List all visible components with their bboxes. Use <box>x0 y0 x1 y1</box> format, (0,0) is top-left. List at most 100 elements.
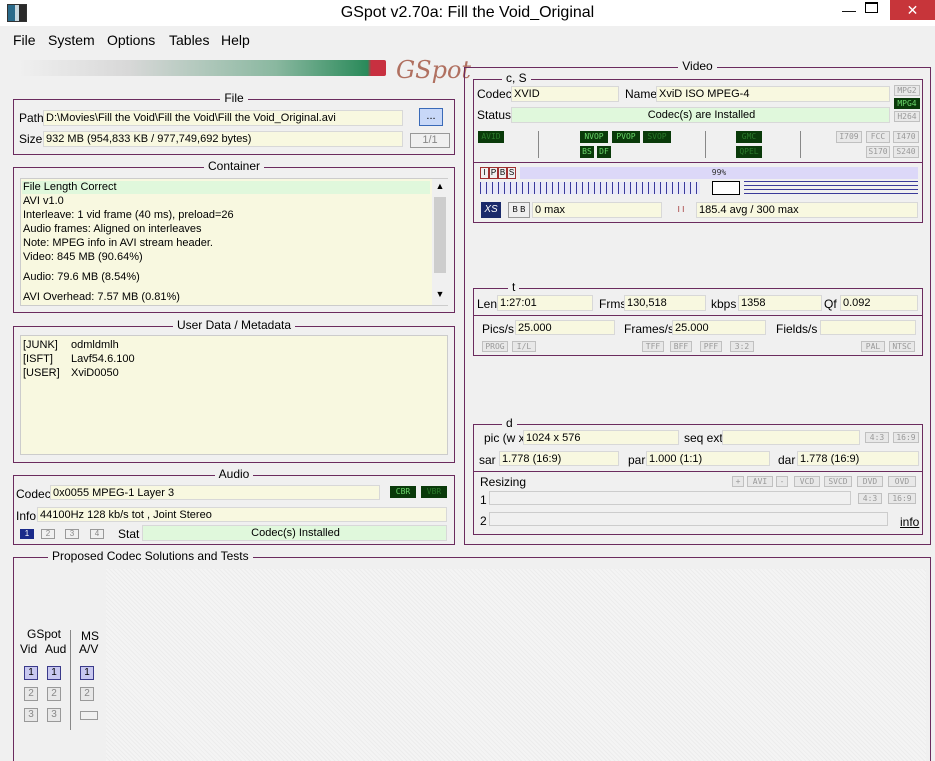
t-legend: t <box>508 280 520 294</box>
aud-slot-3[interactable]: 3 <box>47 708 61 722</box>
aud-slot-1[interactable]: 1 <box>47 666 61 680</box>
audio-tab-2[interactable]: 2 <box>41 529 55 539</box>
32-indicator: 3:2 <box>730 341 754 352</box>
close-icon[interactable]: ✕ <box>890 0 935 20</box>
resize-avi-button[interactable]: AVI <box>747 476 773 487</box>
path-field[interactable]: D:\Movies\Fill the Void\Fill the Void\Fi… <box>43 110 403 126</box>
pics-label: Pics/s <box>482 322 515 336</box>
gop-marker-icon <box>712 181 740 195</box>
menu-help[interactable]: Help <box>221 33 250 47</box>
audio-tab-4[interactable]: 4 <box>90 529 104 539</box>
i470-indicator: I470 <box>893 131 919 143</box>
s170-indicator: S170 <box>866 146 890 158</box>
vid-slot-1[interactable]: 1 <box>24 666 38 680</box>
ar-43-indicator: 4:3 <box>865 432 889 443</box>
window-title: GSpot v2.70a: Fill the Void_Original <box>340 4 595 21</box>
pics-field: 25.000 <box>515 320 615 335</box>
fields-label: Fields/s <box>776 322 818 336</box>
ar-169-indicator: 16:9 <box>893 432 919 443</box>
video-codec-field: XVID <box>511 86 619 102</box>
nvop-indicator: NVOP <box>580 131 608 143</box>
menu-tables[interactable]: Tables <box>169 33 209 47</box>
dimension-subgroup: d pic (w x 1024 x 576 seq ext 4:3 16:9 s… <box>473 416 923 535</box>
proposed-results-area[interactable] <box>106 569 926 761</box>
ms-slot-2[interactable]: 2 <box>80 687 94 701</box>
resize-svcd-button[interactable]: SVCD <box>824 476 852 487</box>
resize-ar-169[interactable]: 16:9 <box>888 493 916 504</box>
il-indicator: I/L <box>512 341 536 352</box>
vid-slot-3[interactable]: 3 <box>24 708 38 722</box>
svop-indicator: SVOP <box>643 131 671 143</box>
bs-indicator: BS <box>580 146 594 158</box>
len-field: 1:27:01 <box>497 295 593 311</box>
gop-lines <box>744 181 918 195</box>
df-indicator: DF <box>597 146 611 158</box>
audio-tab-1[interactable]: 1 <box>20 529 34 539</box>
menu-file[interactable]: File <box>13 33 36 47</box>
container-list[interactable]: File Length Correct AVI v1.0 Interleave:… <box>20 178 448 306</box>
b-frame-icon: B B <box>508 202 530 218</box>
resize-minus-button[interactable]: - <box>776 476 788 487</box>
i-frame-icon: I I <box>677 205 685 214</box>
bff-indicator: BFF <box>670 341 692 352</box>
scroll-down-icon[interactable]: ▼ <box>432 289 448 299</box>
video-name-label: Name <box>625 87 658 101</box>
proposed-group: Proposed Codec Solutions and Tests GSpot… <box>13 549 931 761</box>
gmc-indicator: GMC <box>736 131 762 143</box>
audio-info-label: Info <box>16 509 37 523</box>
resize-ovd-button[interactable]: OVD <box>888 476 916 487</box>
resize-vcd-button[interactable]: VCD <box>794 476 820 487</box>
file-group: File Path D:\Movies\Fill the Void\Fill t… <box>13 91 455 155</box>
pic-label: pic (w x <box>484 431 525 445</box>
resize-row-2: 2 <box>480 514 487 528</box>
file-legend: File <box>220 91 248 105</box>
menu-system[interactable]: System <box>48 33 95 47</box>
i-max-field: 185.4 avg / 300 max <box>696 202 918 218</box>
menu-options[interactable]: Options <box>107 33 155 47</box>
meta-value: XviD0050 <box>71 367 119 379</box>
list-item: Audio frames: Aligned on interleaves <box>23 223 202 235</box>
aud-label: Aud <box>45 642 67 656</box>
scroll-up-icon[interactable]: ▲ <box>432 181 448 191</box>
list-item: Note: MPEG info in AVI stream header. <box>23 237 213 249</box>
resize-row-1: 1 <box>480 493 487 507</box>
video-status-field: Codec(s) are Installed <box>511 107 890 123</box>
resize-ar-43[interactable]: 4:3 <box>858 493 882 504</box>
maximize-icon[interactable] <box>865 2 878 13</box>
list-item: AVI Overhead: 7.57 MB (0.81%) <box>23 291 180 303</box>
len-label: Len <box>477 297 498 311</box>
audio-tab-3[interactable]: 3 <box>65 529 79 539</box>
path-label: Path <box>19 111 44 125</box>
cbr-indicator: CBR <box>390 486 416 498</box>
meta-key: [ISFT] <box>23 353 53 365</box>
scroll-thumb[interactable] <box>434 197 446 273</box>
prog-indicator: PROG <box>482 341 508 352</box>
userdata-list[interactable]: [JUNK] odmldmlh [ISFT] Lavf54.6.100 [USE… <box>20 335 448 455</box>
aud-slot-2[interactable]: 2 <box>47 687 61 701</box>
minimize-icon[interactable]: — <box>838 0 860 20</box>
resize-dvd-button[interactable]: DVD <box>857 476 883 487</box>
video-group: Video c, S Codec XVID Name XviD ISO MPEG… <box>464 59 931 545</box>
frms-field: 130,518 <box>624 295 706 311</box>
scrollbar[interactable]: ▲ ▼ <box>432 179 448 305</box>
vbr-indicator: VBR <box>421 486 447 498</box>
vid-slot-2[interactable]: 2 <box>24 687 38 701</box>
resize-plus-button[interactable]: + <box>732 476 744 487</box>
sar-field: 1.778 (16:9) <box>499 451 619 466</box>
ntsc-indicator: NTSC <box>889 341 915 352</box>
list-item: File Length Correct <box>22 181 430 194</box>
ms-slot-3[interactable] <box>80 711 98 720</box>
resize-field-2 <box>489 512 888 526</box>
audio-info-field: 44100Hz 128 kb/s tot , Joint Stereo <box>37 507 447 522</box>
ms-slot-1[interactable]: 1 <box>80 666 94 680</box>
browse-button[interactable]: ... <box>419 108 443 126</box>
dar-label: dar <box>778 453 796 467</box>
b-max-field: 0 max <box>532 202 662 218</box>
audio-stat-label: Stat <box>118 527 140 541</box>
info-link[interactable]: info <box>900 515 919 529</box>
pff-indicator: PFF <box>700 341 722 352</box>
menu-bar: File System Options Tables Help <box>0 30 935 50</box>
h264-indicator: H264 <box>894 111 920 122</box>
kbps-label: kbps <box>711 297 737 311</box>
video-name-field: XviD ISO MPEG-4 <box>656 86 890 102</box>
